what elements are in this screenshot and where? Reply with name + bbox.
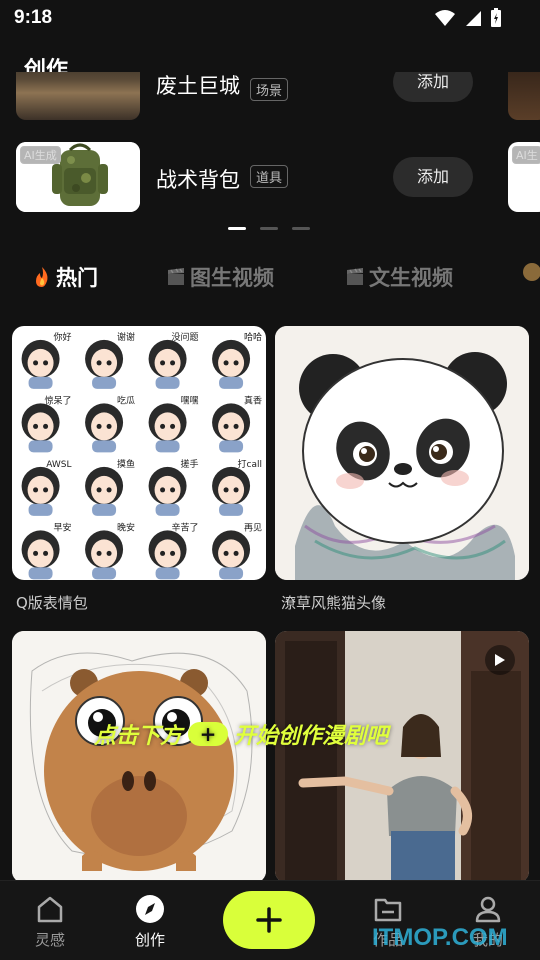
sticker: 吃瓜 <box>85 395 135 453</box>
asset-tag: 道具 <box>250 165 289 188</box>
next-asset-peek[interactable]: AI生 <box>508 142 540 212</box>
carousel-indicator <box>228 227 310 230</box>
home-icon <box>37 896 63 923</box>
sticker-caption: 吃瓜 <box>117 395 135 407</box>
sticker: 早安 <box>21 522 72 580</box>
sticker: 嘿嘿 <box>148 396 199 453</box>
sticker: 晚安 <box>85 522 135 580</box>
sticker: 谢谢 <box>85 331 135 389</box>
watermark: ITMOP.COM <box>372 924 508 951</box>
fire-icon <box>32 267 52 287</box>
signal-icon <box>466 11 481 26</box>
carousel-dot <box>228 227 246 230</box>
palette-icon <box>522 262 540 282</box>
status-icons <box>434 8 502 28</box>
add-button[interactable]: 添加 <box>393 157 473 197</box>
nav-label: 创作 <box>134 931 165 949</box>
sticker: 真香 <box>212 395 262 453</box>
sticker: 辛苦了 <box>148 522 199 580</box>
asset-thumbnail <box>16 72 140 120</box>
capybara-image <box>12 631 266 883</box>
folder-icon <box>374 898 402 922</box>
sticker: 再见 <box>212 523 262 580</box>
panda-image <box>275 326 529 580</box>
sticker-caption: 你好 <box>53 331 71 343</box>
status-bar: 9:18 <box>0 0 540 38</box>
tab-more[interactable] <box>522 262 540 282</box>
sticker-caption: 谢谢 <box>117 331 135 343</box>
asset-tag: 场景 <box>250 78 289 101</box>
asset-name: 废土巨城 <box>156 74 240 98</box>
ai-generated-badge: AI生成 <box>20 146 61 164</box>
tab-image-to-video[interactable]: 图生视频 <box>166 262 274 292</box>
sticker: AWSL <box>21 460 72 516</box>
sticker: 惊呆了 <box>21 395 72 453</box>
tab-hot[interactable]: 热门 <box>32 262 98 292</box>
play-icon[interactable] <box>485 645 515 675</box>
battery-icon <box>491 8 501 27</box>
nav-label: 灵感 <box>34 931 65 949</box>
compass-icon <box>136 895 164 923</box>
sticker-caption: 搓手 <box>180 458 198 470</box>
carousel-dot <box>292 227 310 230</box>
asset-row[interactable]: 废土巨城 场景 添加 <box>0 72 540 122</box>
sticker-caption: 真香 <box>244 395 262 407</box>
nav-item-inspiration[interactable]: 灵感 <box>20 893 80 950</box>
status-time: 9:18 <box>14 7 53 28</box>
sticker: 摸鱼 <box>85 458 135 516</box>
asset-thumbnail: AI生成 <box>16 142 140 212</box>
sticker-caption: 摸鱼 <box>117 458 135 470</box>
clapperboard-icon <box>166 267 186 287</box>
hint-text-after: 开始创作漫剧吧 <box>234 724 389 749</box>
sticker-caption: 嘿嘿 <box>180 396 198 407</box>
template-card[interactable] <box>275 326 529 580</box>
asset-row[interactable]: AI生成 战术背包 道具 添加 AI生 <box>0 140 540 212</box>
sticker-caption: 哈哈 <box>244 331 262 343</box>
sticker-caption: 再见 <box>244 523 262 534</box>
create-hint-banner: 点击下方 + 开始创作漫剧吧 <box>94 718 388 750</box>
template-card[interactable] <box>275 631 529 883</box>
sticker: 没问题 <box>148 331 199 389</box>
nav-item-create[interactable]: 创作 <box>120 893 180 950</box>
sticker: 哈哈 <box>212 331 262 389</box>
sticker-caption: AWSL <box>46 460 71 470</box>
asset-name: 战术背包 <box>156 168 240 192</box>
plus-icon <box>256 907 282 933</box>
sticker-caption: 惊呆了 <box>44 395 71 407</box>
create-button[interactable] <box>223 891 315 949</box>
next-asset-peek[interactable] <box>508 72 540 120</box>
clapperboard-icon <box>345 267 365 287</box>
tab-text-to-video[interactable]: 文生视频 <box>345 262 453 292</box>
template-card[interactable]: 你好 谢谢 没问题 哈哈惊呆了 吃瓜 嘿嘿 真香 AWSL 摸鱼 搓手 打call 早安 晚安 辛苦了 再见 <box>12 326 266 580</box>
sticker-caption: 早安 <box>53 522 71 534</box>
add-button[interactable]: 添加 <box>393 72 473 102</box>
sticker-sheet-image: 你好 谢谢 没问题 哈哈惊呆了 吃瓜 嘿嘿 真香 AWSL 摸鱼 搓手 打call 早安 晚安 辛苦了 再见 <box>21 331 262 580</box>
user-icon <box>475 896 501 923</box>
sticker-caption: 辛苦了 <box>171 522 198 534</box>
sticker: 你好 <box>21 331 72 389</box>
sticker-caption: 打call <box>238 458 262 470</box>
sticker-caption: 没问题 <box>171 331 198 343</box>
wifi-icon <box>435 10 455 26</box>
sticker-caption: 晚安 <box>117 522 135 534</box>
sticker: 搓手 <box>148 458 199 516</box>
tab-label: 图生视频 <box>190 266 274 290</box>
plus-icon: + <box>188 722 229 746</box>
sticker: 打call <box>212 458 262 516</box>
ai-generated-badge: AI生 <box>512 146 540 164</box>
hint-text-before: 点击下方 <box>94 724 183 749</box>
card-caption: 潦草风熊猫头像 <box>281 594 387 612</box>
card-caption: Q版表情包 <box>16 594 88 612</box>
template-card[interactable] <box>12 631 266 883</box>
tab-label: 热门 <box>56 266 98 290</box>
carousel-dot <box>260 227 278 230</box>
category-tabs: 热门 图生视频 文生视频 <box>0 262 540 302</box>
tab-label: 文生视频 <box>369 266 453 290</box>
